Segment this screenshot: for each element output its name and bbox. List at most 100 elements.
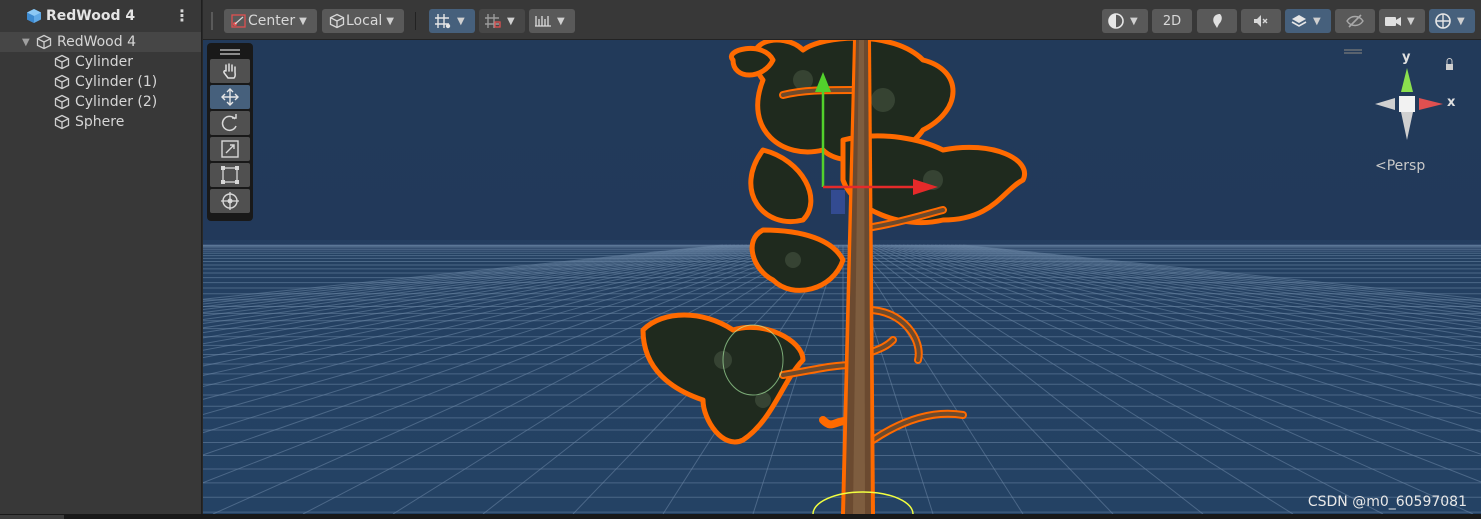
chevron-down-icon: ▼	[386, 15, 394, 27]
light-bulb-icon	[1213, 14, 1222, 28]
chevron-down-icon: ▼	[1407, 15, 1415, 27]
hierarchy-item-root[interactable]: ▼ RedWood 4	[0, 32, 201, 52]
hierarchy-item-label: Cylinder	[75, 54, 133, 70]
space-label: Local	[346, 13, 383, 29]
grid-snap-icon	[435, 14, 451, 29]
hierarchy-item-label: Sphere	[75, 114, 125, 130]
toolbar-grip[interactable]	[211, 12, 213, 30]
rect-tool-button[interactable]	[210, 163, 250, 187]
orientation-gizmo[interactable]	[1344, 49, 1453, 140]
gizmos-dropdown[interactable]: ▼	[1429, 9, 1475, 33]
grid-line	[854, 244, 1114, 514]
camera-icon	[1385, 17, 1401, 26]
bottom-bar	[0, 514, 1481, 519]
scene-camera-dropdown[interactable]: ▼	[1379, 9, 1425, 33]
projection-toggle[interactable]: <Persp	[1375, 158, 1425, 174]
grid-snap-toggle[interactable]: ▼	[429, 9, 475, 33]
tools-overlay	[207, 43, 253, 221]
grid-line	[894, 244, 1481, 387]
hierarchy-item-label: Cylinder (1)	[75, 74, 158, 90]
audio-toggle[interactable]	[1241, 9, 1281, 33]
scene-title: RedWood 4	[46, 8, 136, 24]
move-tool-button[interactable]	[210, 85, 250, 109]
grid-line	[926, 244, 1481, 329]
audio-muted-icon	[1254, 15, 1268, 27]
grid-line	[203, 244, 724, 300]
effects-dropdown[interactable]: ▼	[1285, 9, 1331, 33]
pivot-center-icon	[231, 14, 246, 28]
2d-label: 2D	[1162, 13, 1182, 29]
grid-line	[870, 244, 1474, 514]
eye-hidden-icon	[1346, 14, 1364, 28]
hierarchy-item-label: Cylinder (2)	[75, 94, 158, 110]
layers-effects-icon	[1291, 15, 1307, 27]
grid-line	[962, 244, 1481, 300]
increment-snap-toggle[interactable]: ▼	[479, 9, 525, 33]
projection-label: Persp	[1386, 158, 1426, 174]
rect-transform-icon	[221, 166, 239, 184]
hierarchy-item-label: RedWood 4	[57, 34, 136, 50]
chevron-down-icon: ▼	[1130, 15, 1138, 27]
chevron-down-icon[interactable]: ▼	[1457, 16, 1465, 27]
draw-mode-dropdown[interactable]: ▼	[1102, 9, 1148, 33]
pivot-center-dropdown[interactable]: Center ▼	[224, 9, 317, 33]
transform-tool-button[interactable]	[210, 189, 250, 213]
persp-chevron-icon: <	[1375, 158, 1387, 174]
2d-mode-toggle[interactable]: 2D	[1152, 9, 1192, 33]
watermark: CSDN @m0_60597081	[1307, 494, 1467, 510]
scale-tool-button[interactable]	[210, 137, 250, 161]
gameobject-cube-icon	[54, 74, 70, 90]
chevron-down-icon: ▼	[299, 15, 307, 27]
local-space-cube-icon	[329, 13, 345, 29]
hierarchy-item-cylinder[interactable]: Cylinder	[0, 52, 201, 72]
increment-snap-icon	[485, 14, 501, 28]
gizmo-globe-icon	[1435, 13, 1451, 29]
axis-x-label: x	[1447, 95, 1456, 110]
gameobject-cube-icon	[54, 114, 70, 130]
rotate-tool-button[interactable]	[210, 111, 250, 135]
lighting-toggle[interactable]	[1197, 9, 1237, 33]
bottom-scroll-thumb[interactable]	[0, 515, 64, 519]
move-arrows-icon	[221, 88, 239, 106]
chevron-down-icon[interactable]: ▼	[457, 16, 465, 27]
grid-line	[934, 244, 1481, 320]
axis-y-label: y	[1402, 50, 1411, 65]
transform-globe-icon	[221, 192, 239, 210]
pivot-space-dropdown[interactable]: Local ▼	[322, 9, 404, 33]
grid-line	[203, 244, 728, 303]
chevron-down-icon: ▼	[557, 15, 565, 27]
shaded-sphere-icon	[1108, 13, 1124, 29]
grid-line	[902, 244, 1481, 367]
hierarchy-item-sphere[interactable]: Sphere	[0, 112, 201, 132]
hierarchy-panel: RedWood 4 ⋮ ▼ RedWood 4 Cylinder Cylinde…	[0, 0, 202, 514]
scale-icon	[221, 140, 239, 158]
grid-line	[906, 244, 1481, 358]
scene-view[interactable]: <Persp y x CSDN @m0_60597081	[203, 40, 1481, 514]
scene-canvas[interactable]	[203, 40, 1481, 514]
kebab-menu-icon[interactable]: ⋮	[174, 6, 190, 25]
toolbar-divider	[415, 12, 416, 30]
hand-icon	[223, 63, 236, 79]
tools-drag-handle[interactable]	[210, 47, 250, 57]
grid-line	[922, 244, 1481, 333]
grid-line	[850, 244, 1024, 514]
hierarchy-header: RedWood 4 ⋮	[0, 0, 201, 32]
scene-toolbar: Center ▼ Local ▼ ▼ ▼ ▼ ▼ 2D ▼ ▼ ▼	[203, 0, 1481, 40]
grid-line	[938, 244, 1481, 317]
hand-tool-button[interactable]	[210, 59, 250, 83]
hierarchy-item-cylinder-1[interactable]: Cylinder (1)	[0, 72, 201, 92]
chevron-down-icon[interactable]: ▼	[1313, 16, 1321, 27]
expand-arrow-icon[interactable]: ▼	[22, 37, 36, 48]
grid-line	[898, 244, 1481, 376]
hierarchy-item-cylinder-2[interactable]: Cylinder (2)	[0, 92, 201, 112]
prefab-cube-icon	[27, 9, 41, 23]
gameobject-cube-icon	[54, 94, 70, 110]
gameobject-cube-icon	[36, 34, 52, 50]
snap-settings-dropdown[interactable]: ▼	[529, 9, 575, 33]
chevron-down-icon[interactable]: ▼	[507, 16, 515, 27]
pivot-label: Center	[248, 13, 296, 29]
scene-visibility-toggle[interactable]	[1335, 9, 1375, 33]
gameobject-cube-icon	[54, 54, 70, 70]
grid-line	[858, 244, 1204, 514]
grid-line	[866, 244, 1384, 514]
